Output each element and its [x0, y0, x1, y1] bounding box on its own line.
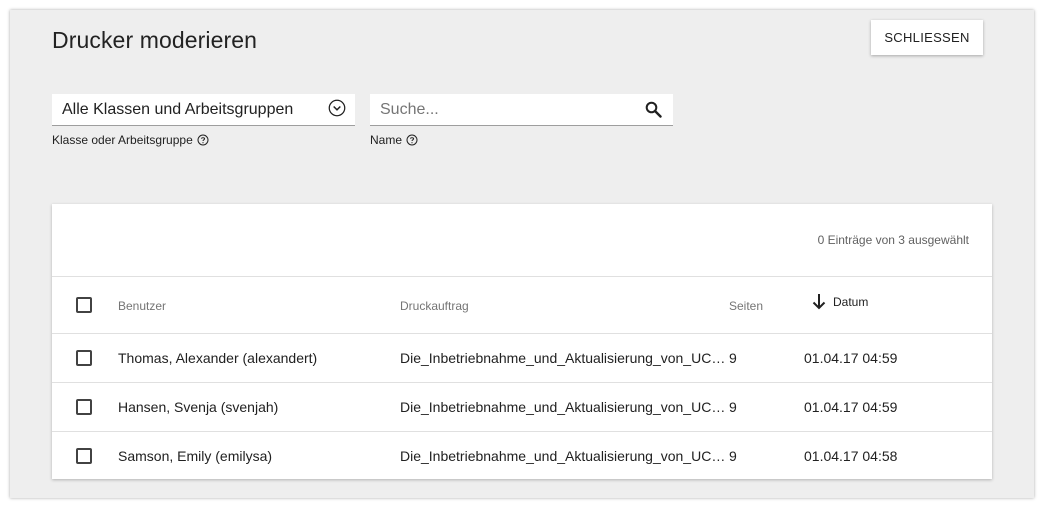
- print-moderation-window: Drucker moderieren SCHLIESSEN Alle Klass…: [10, 10, 1034, 498]
- cell-pages: 9: [729, 399, 737, 415]
- help-circle-icon[interactable]: [406, 134, 418, 146]
- name-search[interactable]: [370, 94, 673, 126]
- selection-status: 0 Einträge von 3 ausgewählt: [817, 233, 969, 247]
- column-header-date[interactable]: Datum: [812, 293, 972, 310]
- cell-pages: 9: [729, 350, 737, 366]
- row-checkbox[interactable]: [76, 350, 92, 366]
- cell-job: Die_Inbetriebnahme_und_Aktualisierung_vo…: [400, 350, 728, 366]
- cell-date: 01.04.17 04:59: [804, 399, 898, 415]
- table-row[interactable]: Samson, Emily (emilysa) Die_Inbetriebnah…: [52, 431, 992, 480]
- table-row[interactable]: Thomas, Alexander (alexandert) Die_Inbet…: [52, 333, 992, 382]
- class-select-label: Klasse oder Arbeitsgruppe: [52, 133, 209, 147]
- cell-date: 01.04.17 04:59: [804, 350, 898, 366]
- table-row[interactable]: Hansen, Svenja (svenjah) Die_Inbetriebna…: [52, 382, 992, 431]
- search-icon[interactable]: [645, 101, 662, 118]
- class-select[interactable]: Alle Klassen und Arbeitsgruppen: [52, 94, 355, 126]
- column-header-date-label: Datum: [833, 294, 869, 309]
- print-jobs-grid: 0 Einträge von 3 ausgewählt Benutzer Dru…: [52, 204, 992, 479]
- table-header-row: Benutzer Druckauftrag Seiten Datum: [52, 276, 992, 333]
- cell-user: Thomas, Alexander (alexandert): [118, 350, 318, 366]
- name-search-label-text: Name: [370, 133, 403, 147]
- select-all-checkbox[interactable]: [76, 297, 92, 313]
- class-select-label-text: Klasse oder Arbeitsgruppe: [52, 133, 193, 147]
- cell-job: Die_Inbetriebnahme_und_Aktualisierung_vo…: [400, 448, 728, 464]
- close-button[interactable]: SCHLIESSEN: [871, 20, 983, 55]
- row-checkbox[interactable]: [76, 399, 92, 415]
- column-header-user[interactable]: Benutzer: [118, 299, 388, 313]
- name-search-label: Name: [370, 133, 418, 147]
- search-input[interactable]: [380, 99, 630, 121]
- cell-user: Hansen, Svenja (svenjah): [118, 399, 279, 415]
- cell-pages: 9: [729, 448, 737, 464]
- cell-job: Die_Inbetriebnahme_und_Aktualisierung_vo…: [400, 399, 728, 415]
- page-title: Drucker moderieren: [52, 27, 258, 53]
- arrow-down-icon: [812, 294, 826, 310]
- column-header-job[interactable]: Druckauftrag: [400, 299, 728, 313]
- cell-date: 01.04.17 04:58: [804, 448, 898, 464]
- chevron-down-circle-icon[interactable]: [328, 99, 346, 117]
- row-checkbox[interactable]: [76, 448, 92, 464]
- cell-user: Samson, Emily (emilysa): [118, 448, 273, 464]
- help-circle-icon[interactable]: [197, 134, 209, 146]
- class-select-value: Alle Klassen und Arbeitsgruppen: [62, 101, 294, 118]
- column-header-pages[interactable]: Seiten: [729, 299, 769, 313]
